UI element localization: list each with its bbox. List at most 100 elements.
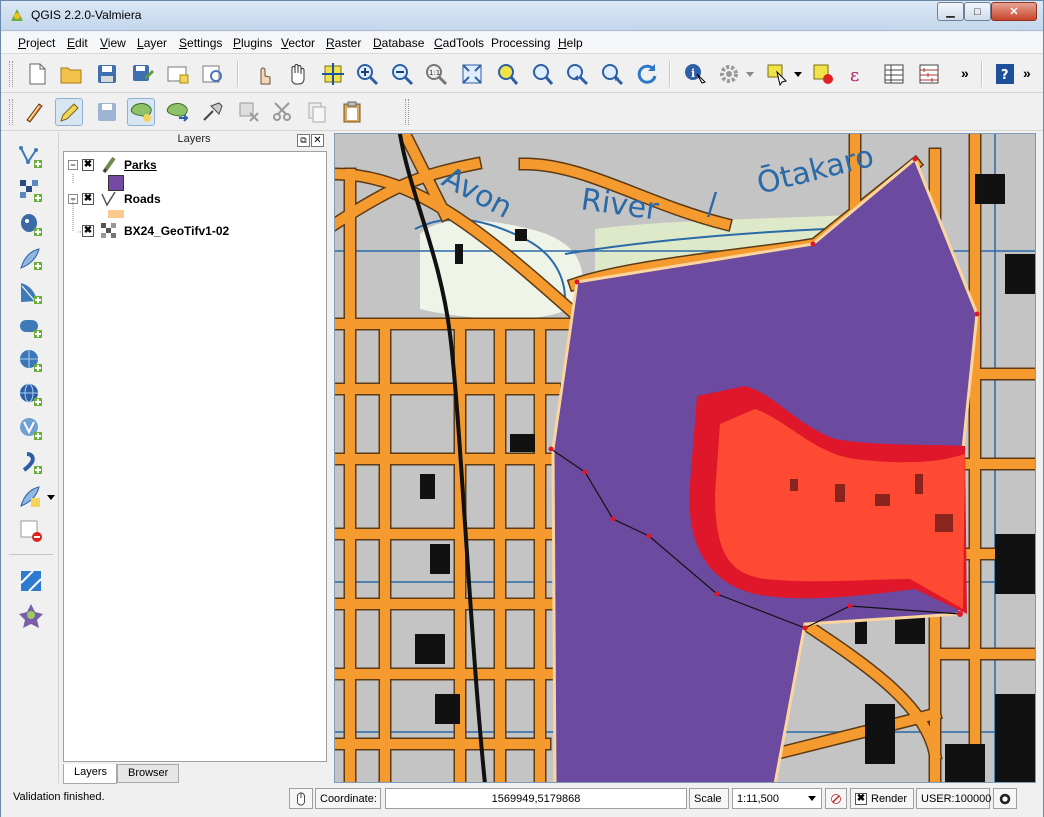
paste-features-button[interactable] [338,98,366,126]
deselect-all-button[interactable] [809,60,837,88]
zoom-last-button[interactable] [563,60,591,88]
zoom-to-layer-button[interactable] [528,60,556,88]
toggle-editing-button[interactable] [55,98,83,126]
scale-label: Scale [689,788,729,809]
select-dropdown-button[interactable] [791,60,805,88]
zoom-in-button[interactable] [353,60,381,88]
open-attribute-table-button[interactable] [880,60,908,88]
menu-database[interactable]: Database [373,36,424,50]
add-oracle-layer-button[interactable] [15,312,47,342]
new-layer-button[interactable] [15,482,47,512]
georeferencer-button[interactable] [15,566,47,596]
save-project-button[interactable] [93,60,121,88]
menu-plugins[interactable]: Plugins [233,36,272,50]
pan-map-button[interactable] [284,60,312,88]
close-window-button[interactable]: ✕ [991,2,1037,21]
layer-name: BX24_GeoTifv1-02 [124,224,230,238]
pan-to-selection-button[interactable] [319,60,347,88]
coordinate-field[interactable]: 1569949,5179868 [385,788,687,809]
map-rendering[interactable]: Avon River / Ōtakaro [335,134,1036,783]
render-checkbox[interactable]: ✖ [855,792,867,805]
remove-layer-button[interactable] [15,516,47,546]
scale-combobox[interactable]: 1:11,500 [732,788,822,809]
add-spatialite-layer-button[interactable] [15,244,47,274]
render-label: Render [871,792,908,805]
toolbar-grip[interactable] [405,99,409,125]
zoom-actual-size-icon: 1:1 [426,64,448,86]
globe-icon [999,793,1011,804]
copy-icon [308,102,326,123]
no-render-icon [831,793,841,804]
composer-manager-button[interactable] [199,60,227,88]
remove-layer-icon [20,520,42,542]
menu-help[interactable]: Help [558,36,583,50]
menu-edit[interactable]: Edit [67,36,88,50]
menu-vector[interactable]: Vector [281,36,315,50]
map-canvas[interactable]: Avon River / Ōtakaro [334,133,1036,783]
tab-browser[interactable]: Browser [117,764,179,783]
minimize-button[interactable]: ▁ [937,2,964,21]
stop-render-button[interactable] [825,788,847,809]
render-toggle[interactable]: ✖ Render [850,788,914,809]
toggle-extents-button[interactable] [289,788,313,809]
crs-button[interactable]: USER:100000 [916,788,991,809]
copy-features-button[interactable] [303,98,331,126]
save-as-button[interactable] [129,60,157,88]
action-dropdown-button[interactable] [743,60,757,88]
help-contents-button[interactable]: ? [991,60,1019,88]
open-project-button[interactable] [57,60,85,88]
zoom-out-icon [392,64,414,86]
zoom-next-button[interactable] [598,60,626,88]
toolbar-grip[interactable] [9,99,13,125]
maximize-button[interactable]: □ [964,2,991,21]
touch-zoom-pan-button[interactable] [249,60,277,88]
messages-button[interactable] [993,788,1017,809]
toolbar-grip[interactable] [9,61,13,87]
zoom-to-selection-button[interactable] [493,60,521,88]
zoom-native-resolution-button[interactable]: 1:1 [422,60,450,88]
panel-close-button[interactable]: ✕ [311,134,324,147]
refresh-button[interactable] [633,60,661,88]
zoom-full-button[interactable] [458,60,486,88]
current-edits-button[interactable] [21,98,49,126]
toolbar-overflow-button[interactable]: » [961,65,969,81]
add-wcs-layer-button[interactable] [15,380,47,410]
new-layer-dropdown-button[interactable] [45,482,57,512]
measure-line-button[interactable] [915,60,943,88]
add-vector-layer-button[interactable] [15,142,47,172]
menu-raster[interactable]: Raster [326,36,361,50]
expression-icon: ε [850,65,859,86]
new-project-button[interactable] [23,60,51,88]
zoom-full-icon [462,64,482,84]
tab-layers[interactable]: Layers [63,764,117,784]
menu-processing[interactable]: Processing [491,36,550,50]
move-feature-button[interactable] [163,98,191,126]
select-by-expression-button[interactable]: ε [844,60,872,88]
save-layer-edits-button[interactable] [93,98,121,126]
new-print-composer-button[interactable] [164,60,192,88]
add-mssql-layer-button[interactable] [15,278,47,308]
run-feature-action-button[interactable] [715,60,743,88]
menu-view[interactable]: View [100,36,126,50]
add-polygon-icon [130,103,152,122]
menu-cadtools[interactable]: CadTools [434,36,484,50]
toolbar-overflow-button-2[interactable]: » [1023,65,1031,81]
add-postgis-layer-button[interactable] [15,210,47,240]
add-wms-layer-button[interactable] [15,346,47,376]
identify-features-button[interactable]: i [681,60,709,88]
svg-text:i: i [691,67,695,80]
node-tool-button[interactable] [199,98,227,126]
add-feature-button[interactable] [127,98,155,126]
menu-project[interactable]: Project [18,36,55,50]
cut-features-button[interactable] [269,98,297,126]
zoom-out-button[interactable] [388,60,416,88]
add-raster-layer-button[interactable] [15,176,47,206]
add-wfs-layer-button[interactable] [15,414,47,444]
panel-float-button[interactable]: ⧉ [297,134,310,147]
plugin-tool-button[interactable] [15,600,47,630]
menu-settings[interactable]: Settings [179,36,222,50]
menu-layer[interactable]: Layer [137,36,167,50]
delete-selected-button[interactable] [235,98,263,126]
select-features-button[interactable] [763,60,791,88]
add-delimited-text-layer-button[interactable] [15,448,47,478]
